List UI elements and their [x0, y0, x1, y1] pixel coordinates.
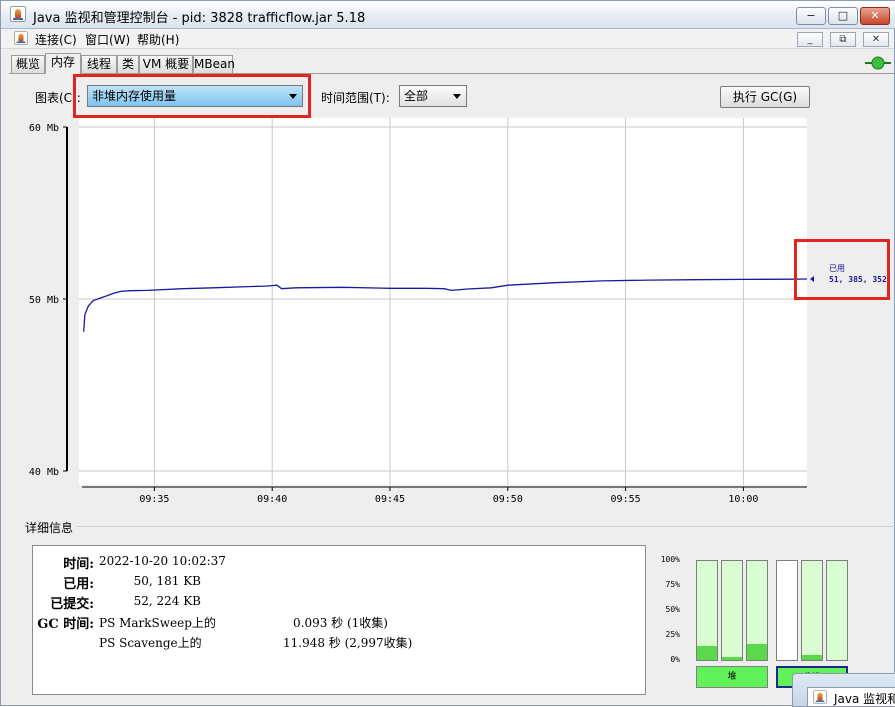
used-value: 50, 181 KB — [133, 574, 201, 588]
heap-pool-bar[interactable] — [746, 560, 768, 661]
pool-fill — [802, 655, 822, 660]
time-key: 时间: — [63, 557, 94, 572]
committed-key: 已提交: — [50, 597, 94, 612]
time-value: 2022-10-20 10:02:37 — [99, 554, 226, 568]
gc-collector-name: PS Scavenge上的 — [99, 636, 202, 650]
y-tick-labels: 40 Mb 50 Mb 60 Mb — [29, 123, 67, 478]
y-tick-label: 60 Mb — [29, 123, 59, 134]
memory-chart: 40 Mb 50 Mb 60 Mb 09:35 09:40 09:45 09:50 09:5… — [29, 118, 887, 505]
x-tick-label: 09:35 — [139, 494, 169, 505]
committed-value: 52, 224 KB — [133, 594, 201, 608]
heap-pool-bar[interactable] — [696, 560, 718, 661]
pool-scale-label: 75% — [665, 580, 680, 589]
main-window: Java 监视和管理控制台 - pid: 3828 trafficflow.ja… — [0, 0, 895, 707]
heap-pool-bar[interactable] — [721, 560, 743, 661]
heap-button[interactable]: 堆 — [696, 666, 768, 688]
overlay-window-title: Java 监视和 — [834, 692, 895, 706]
x-tick-label: 09:50 — [493, 494, 523, 505]
x-tick-labels: 09:35 09:40 09:45 09:50 09:55 10:00 — [139, 487, 758, 505]
pool-fill — [747, 644, 767, 660]
pool-fill — [722, 657, 742, 660]
y-tick-label: 50 Mb — [29, 295, 59, 306]
pool-fill — [697, 646, 717, 660]
x-tick-label: 09:55 — [611, 494, 641, 505]
details-panel: 时间: 2022-10-20 10:02:37 已用: 50, 181 KB 已… — [32, 545, 646, 695]
pool-scale-label: 50% — [665, 605, 680, 614]
divider — [77, 526, 895, 527]
tab-memory[interactable]: 内存 — [45, 53, 81, 74]
x-tick-label: 09:45 — [375, 494, 405, 505]
nonheap-pool-bar[interactable] — [776, 560, 798, 661]
pool-scale-label: 25% — [665, 630, 680, 639]
gc-collector-name: PS MarkSweep上的 — [99, 616, 216, 630]
gc-time-key: GC 时间: — [37, 617, 94, 632]
x-tick-label: 09:40 — [257, 494, 287, 505]
nonheap-pool-bar[interactable] — [826, 560, 848, 661]
nonheap-pool-bar[interactable] — [801, 560, 823, 661]
plot-area — [79, 118, 807, 485]
x-tick-label: 10:00 — [728, 494, 758, 505]
pool-scale-label: 0% — [670, 655, 680, 664]
y-tick-label: 40 Mb — [29, 467, 59, 478]
highlight-box — [794, 239, 890, 300]
pool-scale-label: 100% — [660, 555, 680, 564]
overlay-window-titlebar[interactable]: Java 监视和 — [807, 687, 895, 707]
used-key: 已用: — [63, 577, 94, 592]
details-section-label: 详细信息 — [25, 521, 74, 535]
gc-collector-time: 11.948 秒 (2,997收集) — [283, 636, 413, 650]
java-icon — [813, 690, 827, 704]
gc-collector-time: 0.093 秒 (1收集) — [293, 616, 388, 630]
